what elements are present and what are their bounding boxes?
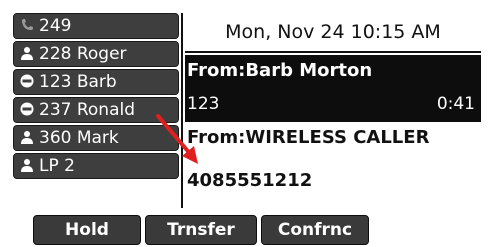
line-key-label: 237 Ronald (39, 100, 136, 120)
line-key-237-ronald[interactable]: 237 Ronald (13, 97, 179, 123)
incoming-call-caller: From:WIRELESS CALLER (187, 127, 430, 148)
panel-divider (181, 13, 183, 208)
transfer-button[interactable]: Trnsfer (145, 215, 257, 245)
line-key-label: 360 Mark (39, 128, 119, 148)
contact-person-icon (20, 130, 34, 144)
active-call-caller: From:Barb Morton (187, 60, 373, 81)
line-key-label: 123 Barb (39, 72, 117, 92)
active-call-number: 123 (187, 94, 220, 114)
active-call-timer: 0:41 (436, 94, 475, 114)
line-key-label: 228 Roger (39, 44, 127, 64)
line-key-label: 249 (39, 16, 72, 36)
conference-button[interactable]: Confrnc (261, 215, 369, 245)
hold-button[interactable]: Hold (33, 215, 141, 245)
contact-person-icon (20, 46, 34, 60)
do-not-disturb-icon (20, 74, 34, 88)
incoming-call-number: 4085551212 (187, 170, 313, 191)
line-key-lp2[interactable]: LP 2 (13, 153, 179, 179)
incoming-call-panel[interactable]: From:WIRELESS CALLER 4085551212 (185, 124, 481, 208)
phone-handset-icon (20, 18, 34, 32)
softkey-bar: Hold Trnsfer Confrnc (0, 213, 495, 247)
line-key-249[interactable]: 249 (13, 13, 179, 39)
active-call-panel[interactable]: From:Barb Morton 123 0:41 (185, 55, 481, 122)
contact-person-icon (20, 158, 34, 172)
line-key-360-mark[interactable]: 360 Mark (13, 125, 179, 151)
date-time-text: Mon, Nov 24 10:15 AM (225, 21, 441, 43)
line-key-228-roger[interactable]: 228 Roger (13, 41, 179, 67)
line-key-label: LP 2 (39, 156, 75, 176)
line-key-123-barb[interactable]: 123 Barb (13, 69, 179, 95)
date-time-bar: Mon, Nov 24 10:15 AM (185, 13, 481, 53)
do-not-disturb-icon (20, 102, 34, 116)
phone-screen: 249 228 Roger 123 Barb 237 Ronald 360 Ma… (0, 0, 495, 247)
